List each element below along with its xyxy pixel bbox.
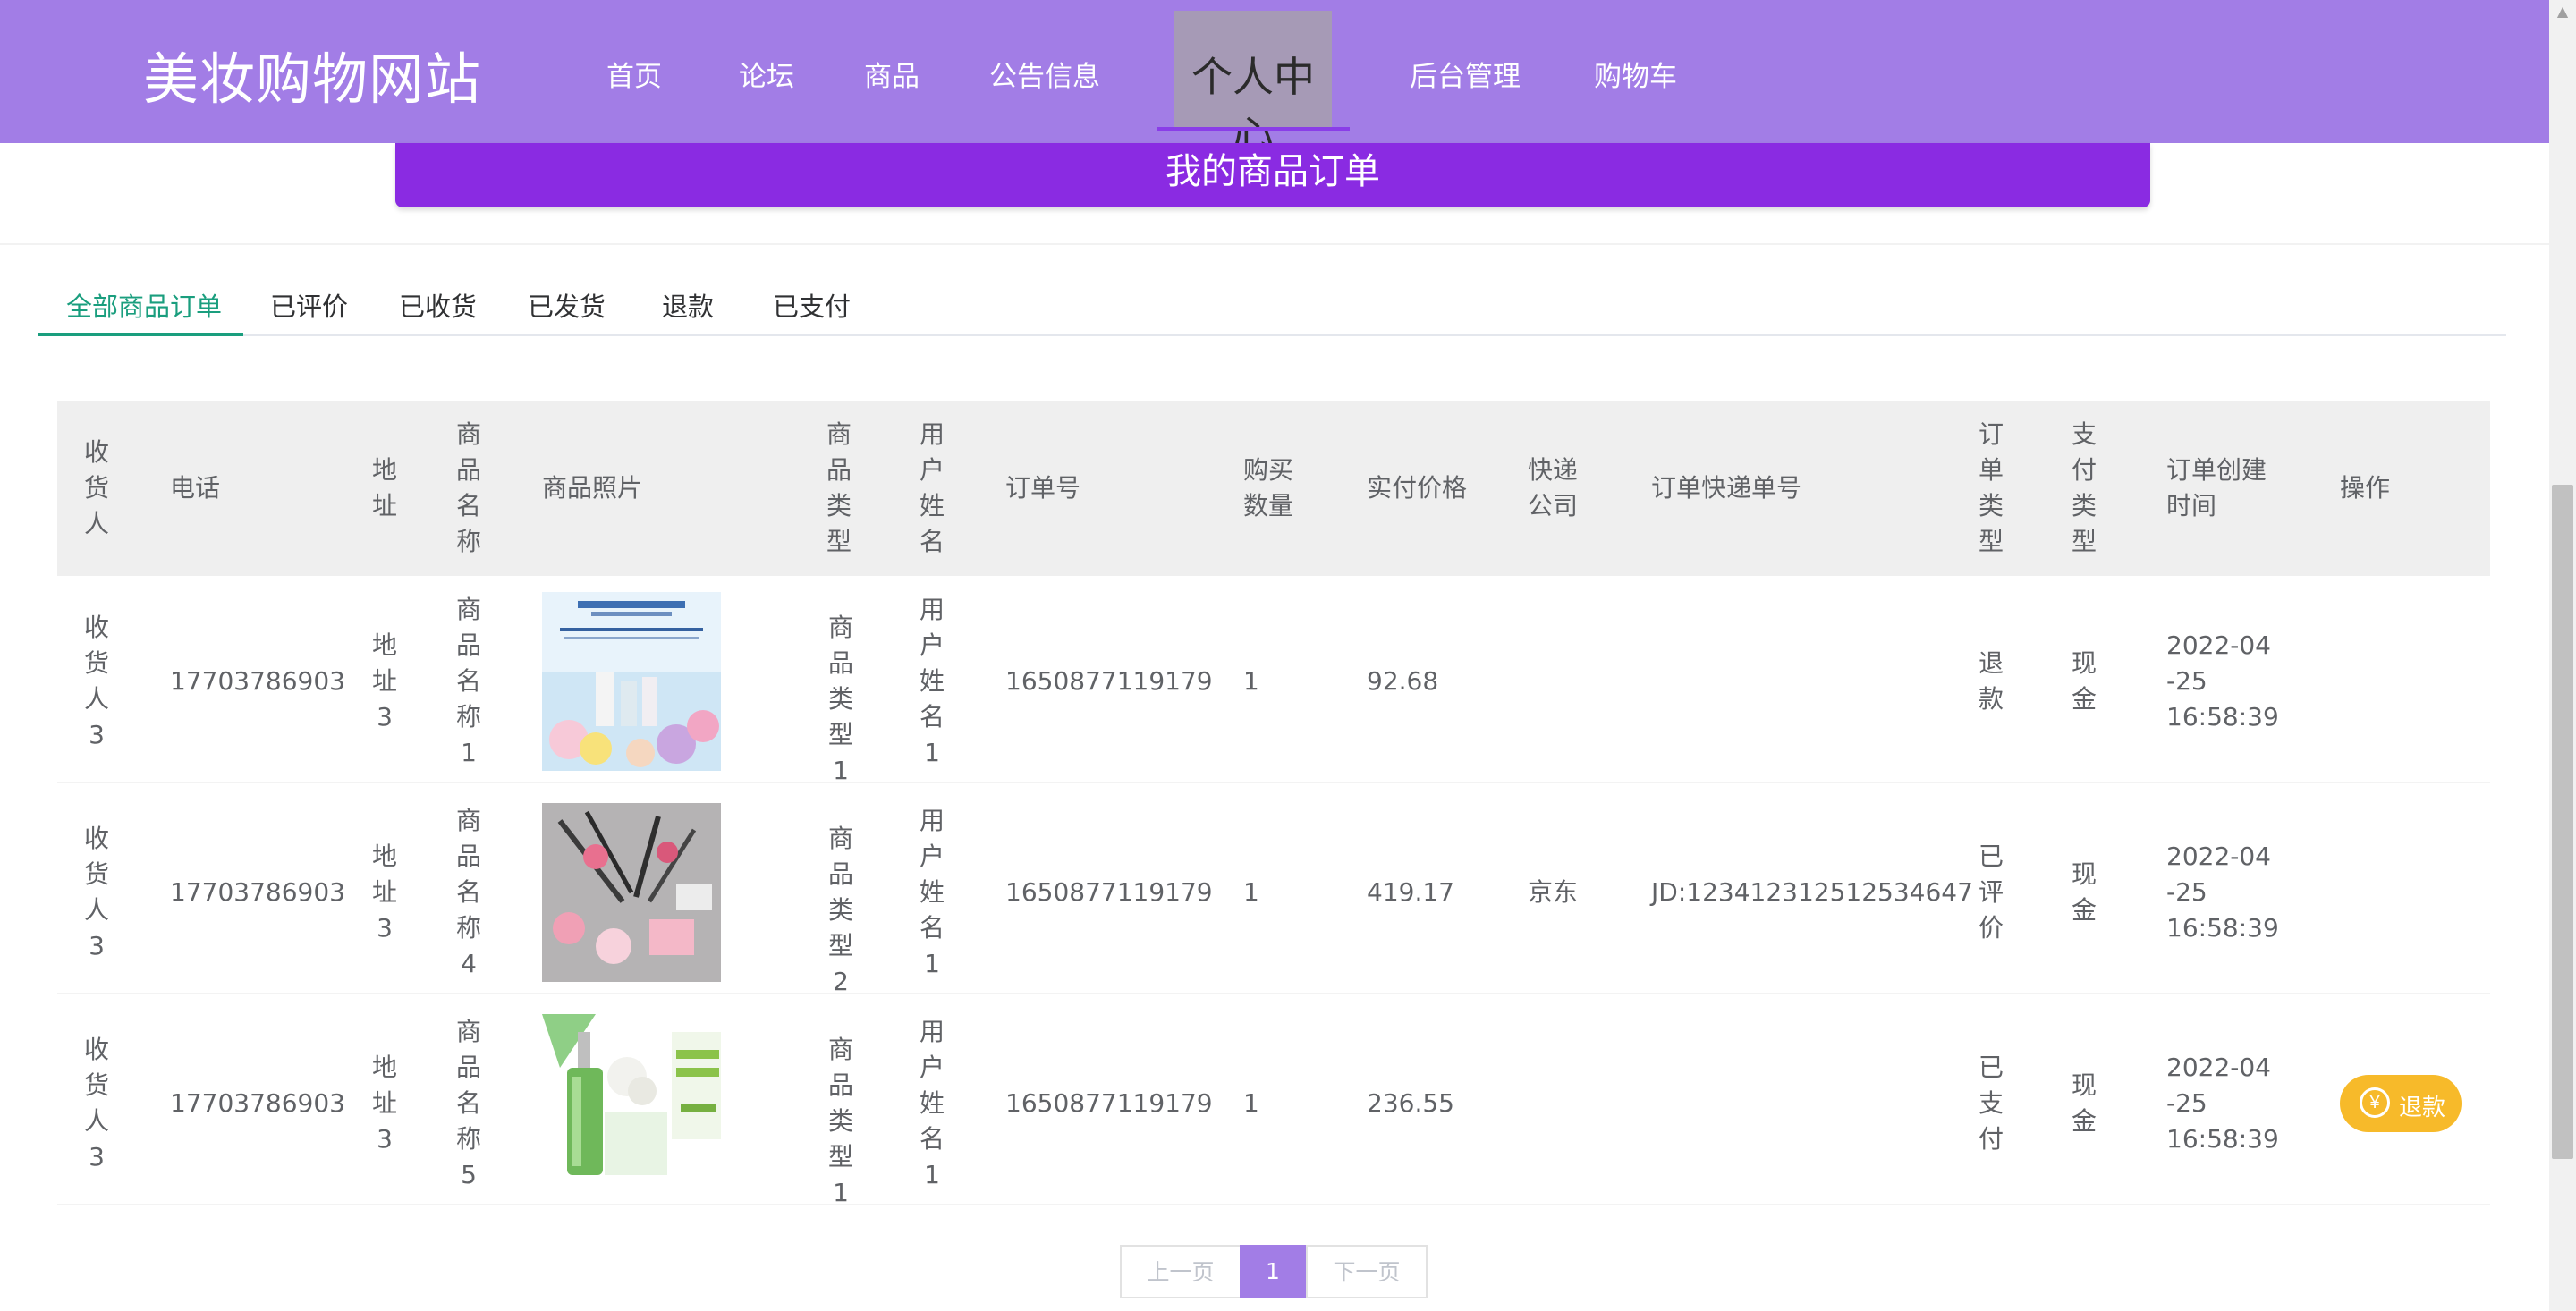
cell-phone: 17703786903 bbox=[170, 666, 345, 696]
col-created-time: 订单创建时间 bbox=[2166, 455, 2267, 520]
refund-button[interactable]: ¥ 退款 bbox=[2340, 1075, 2462, 1132]
cell-price: 92.68 bbox=[1367, 666, 1439, 696]
cell-pay-type: 现金 bbox=[2071, 648, 2097, 714]
created-time: 16:58:39 bbox=[2166, 1124, 2279, 1154]
created-date: 2022-04-25 bbox=[2166, 1053, 2271, 1118]
cell-order-type: 退款 bbox=[1978, 648, 2004, 714]
product-photo-serum[interactable] bbox=[542, 1014, 721, 1193]
nav-admin[interactable]: 后台管理 bbox=[1410, 54, 1521, 94]
tab-paid[interactable]: 已支付 bbox=[773, 286, 851, 324]
cell-product-name: 商品名称5 bbox=[455, 1017, 481, 1189]
col-product-photo: 商品照片 bbox=[542, 473, 643, 503]
cell-pay-type: 现金 bbox=[2071, 1070, 2097, 1136]
page-title-banner: 我的商品订单 bbox=[395, 143, 2150, 207]
cell-user-name: 用户姓名1 bbox=[919, 806, 945, 978]
cell-tracking-no: JD:123412312512534647 bbox=[1651, 877, 1973, 907]
product-photo-brushes[interactable] bbox=[542, 803, 721, 982]
cell-address: 地址3 bbox=[371, 630, 397, 732]
row-divider bbox=[57, 782, 2490, 783]
tab-active-indicator bbox=[38, 333, 243, 336]
cell-price: 236.55 bbox=[1367, 1088, 1454, 1118]
col-order-type: 订单类型 bbox=[1978, 419, 2004, 556]
cell-phone: 17703786903 bbox=[170, 1088, 345, 1118]
cell-user-name: 用户姓名1 bbox=[919, 1017, 945, 1189]
created-date: 2022-04-25 bbox=[2166, 630, 2271, 696]
cell-receiver: 收货人3 bbox=[83, 613, 109, 749]
col-order-no: 订单号 bbox=[1005, 473, 1081, 503]
tab-all-orders[interactable]: 全部商品订单 bbox=[66, 286, 222, 324]
col-phone: 电话 bbox=[170, 473, 221, 503]
page-title: 我的商品订单 bbox=[1165, 151, 1380, 192]
row-divider bbox=[57, 993, 2490, 994]
next-page-button[interactable]: 下一页 bbox=[1306, 1245, 1428, 1298]
scroll-up-arrow-icon[interactable]: ▲ bbox=[2555, 4, 2571, 20]
col-price: 实付价格 bbox=[1367, 473, 1468, 503]
nav-active-indicator bbox=[1157, 127, 1350, 131]
col-tracking-no: 订单快递单号 bbox=[1651, 473, 1802, 503]
top-navigation-bar: 美妆购物网站 首页 论坛 商品 公告信息 个人中心 后台管理 购物车 bbox=[0, 0, 2549, 160]
cell-created-date: 2022-04-25 16:58:39 bbox=[2166, 839, 2279, 946]
nav-products[interactable]: 商品 bbox=[864, 54, 919, 94]
cell-pay-type: 现金 bbox=[2071, 859, 2097, 925]
site-brand[interactable]: 美妆购物网站 bbox=[143, 34, 481, 114]
cell-created-date: 2022-04-25 16:58:39 bbox=[2166, 1050, 2279, 1157]
section-divider bbox=[0, 243, 2549, 245]
cell-product-name: 商品名称4 bbox=[455, 806, 481, 978]
col-product-name: 商品名称 bbox=[455, 419, 481, 556]
table-header: 收货人 电话 地址 商品名称 商品照片 商品类型 用户姓名 订单号 购买数量 实… bbox=[57, 401, 2490, 576]
tab-refund[interactable]: 退款 bbox=[662, 286, 714, 324]
col-address: 地址 bbox=[371, 455, 397, 520]
cell-address: 地址3 bbox=[371, 842, 397, 943]
cell-courier: 京东 bbox=[1528, 877, 1579, 907]
scrollbar-thumb[interactable] bbox=[2552, 485, 2573, 1159]
cell-product-type: 商品类型1 bbox=[827, 613, 853, 785]
nav-forum[interactable]: 论坛 bbox=[739, 54, 794, 94]
product-photo-skincare[interactable] bbox=[542, 592, 721, 771]
cell-created-date: 2022-04-25 16:58:39 bbox=[2166, 628, 2279, 735]
cell-quantity: 1 bbox=[1243, 666, 1259, 696]
col-user-name: 用户姓名 bbox=[919, 419, 945, 556]
cell-quantity: 1 bbox=[1243, 1088, 1259, 1118]
cell-product-type: 商品类型2 bbox=[827, 824, 853, 996]
cell-price: 419.17 bbox=[1367, 877, 1454, 907]
prev-page-button[interactable]: 上一页 bbox=[1120, 1245, 1241, 1298]
cell-receiver: 收货人3 bbox=[83, 824, 109, 960]
cell-order-type: 已评价 bbox=[1978, 842, 2004, 943]
cell-order-no: 1650877119179 bbox=[1005, 666, 1213, 696]
nav-personal-center[interactable]: 个人中心 bbox=[1174, 11, 1332, 160]
col-receiver: 收货人 bbox=[83, 437, 109, 538]
page-1-button[interactable]: 1 bbox=[1240, 1245, 1306, 1298]
col-quantity: 购买数量 bbox=[1243, 455, 1294, 520]
created-date: 2022-04-25 bbox=[2166, 842, 2271, 907]
refund-button-label: 退款 bbox=[2399, 1094, 2446, 1121]
cell-phone: 17703786903 bbox=[170, 877, 345, 907]
nav-announcements[interactable]: 公告信息 bbox=[989, 54, 1100, 94]
nav-cart[interactable]: 购物车 bbox=[1594, 54, 1677, 94]
cell-quantity: 1 bbox=[1243, 877, 1259, 907]
col-pay-type: 支付类型 bbox=[2071, 419, 2097, 556]
cell-product-type: 商品类型1 bbox=[827, 1035, 853, 1207]
nav-home[interactable]: 首页 bbox=[606, 54, 662, 94]
cell-address: 地址3 bbox=[371, 1053, 397, 1154]
tab-shipped[interactable]: 已发货 bbox=[528, 286, 606, 324]
row-divider bbox=[57, 1204, 2490, 1205]
cell-order-no: 1650877119179 bbox=[1005, 877, 1213, 907]
col-actions: 操作 bbox=[2340, 473, 2391, 503]
cell-product-name: 商品名称1 bbox=[455, 595, 481, 767]
col-courier: 快递公司 bbox=[1528, 455, 1579, 520]
tab-reviewed[interactable]: 已评价 bbox=[270, 286, 348, 324]
cell-order-type: 已支付 bbox=[1978, 1053, 2004, 1154]
col-product-type: 商品类型 bbox=[826, 419, 852, 556]
yen-icon: ¥ bbox=[2360, 1087, 2390, 1118]
cell-order-no: 1650877119179 bbox=[1005, 1088, 1213, 1118]
cell-receiver: 收货人3 bbox=[83, 1035, 109, 1171]
created-time: 16:58:39 bbox=[2166, 913, 2279, 943]
created-time: 16:58:39 bbox=[2166, 702, 2279, 732]
tab-received[interactable]: 已收货 bbox=[399, 286, 477, 324]
order-status-tabs: 全部商品订单 已评价 已收货 已发货 退款 已支付 bbox=[38, 277, 2506, 336]
cell-user-name: 用户姓名1 bbox=[919, 595, 945, 767]
